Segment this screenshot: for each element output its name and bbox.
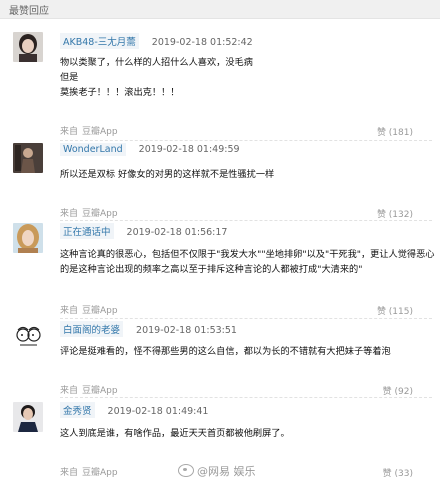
comment-time: 2019-02-18 01:49:41 [107, 406, 209, 417]
comment-body: 这种言论真的很恶心，包括但不仅限于"我发大水""坐地排卵"以及"干死我"，更让人… [60, 247, 435, 277]
comment-body: 所以还是双标 好像女的对男的这样就不是性骚扰一样 [60, 167, 430, 182]
comment-source: 来自 豆瓣App [60, 465, 118, 478]
source-app-link[interactable]: 豆瓣App [82, 209, 118, 219]
username-link[interactable]: 白面阁的老婆 [60, 321, 124, 337]
source-app-link[interactable]: 豆瓣App [82, 468, 118, 478]
like-button[interactable]: 赞 (92) [383, 384, 413, 397]
avatar[interactable] [13, 223, 43, 253]
comment-item: AKB48-三尢月薷 2019-02-18 01:52:42 物以类聚了，什么样… [0, 30, 440, 140]
comment-item: 白面阁的老婆 2019-02-18 01:53:51 评论是挺难看的，怪不得那些… [0, 318, 440, 398]
comment-line: 物以类聚了，什么样的人招什么人喜欢，没毛病 [60, 57, 253, 68]
comment-line: 的是这种言论出现的频率之高以至于排斥这种言论的人都被打成"大清来的" [60, 264, 363, 275]
comment-source: 来自 豆瓣App [60, 124, 118, 137]
source-app-link[interactable]: 豆瓣App [82, 127, 118, 137]
comment-item: WonderLand 2019-02-18 01:49:59 所以还是双标 好像… [0, 140, 440, 220]
comment-line: 但是 [60, 72, 79, 83]
source-app-link[interactable]: 豆瓣App [82, 386, 118, 396]
comment-body: 物以类聚了，什么样的人招什么人喜欢，没毛病 但是 莫挨老子！！！滚出克！！！ [60, 55, 430, 100]
comment-meta: WonderLand 2019-02-18 01:49:59 [60, 143, 240, 156]
username-link[interactable]: AKB48-三尢月薷 [60, 33, 139, 49]
like-button[interactable]: 赞 (181) [377, 125, 413, 138]
comment-line: 所以还是双标 好像女的对男的这样就不是性骚扰一样 [60, 169, 275, 180]
avatar[interactable] [13, 402, 43, 432]
like-button[interactable]: 赞 (132) [377, 207, 413, 220]
source-prefix: 来自 [60, 306, 79, 316]
source-prefix: 来自 [60, 127, 79, 137]
comment-time: 2019-02-18 01:56:17 [126, 227, 228, 238]
source-prefix: 来自 [60, 209, 79, 219]
like-button[interactable]: 赞 (115) [377, 304, 413, 317]
comment-body: 评论是挺难看的，怪不得那些男的这么自信，都以为长的不错就有大把妹子等着泡 [60, 344, 430, 359]
section-header: 最赞回应 [0, 0, 440, 19]
avatar[interactable] [13, 143, 43, 173]
comment-line: 这人到底是谁，有啥作品，最近天天首页都被他刷屏了。 [60, 428, 290, 439]
watermark-handle: @网易 娱乐 [197, 465, 256, 478]
comment-source: 来自 豆瓣App [60, 206, 118, 219]
section-title: 最赞回应 [9, 6, 49, 17]
username-link[interactable]: WonderLand [60, 143, 126, 156]
weibo-icon [178, 464, 194, 477]
comment-source: 来自 豆瓣App [60, 383, 118, 396]
comment-meta: 白面阁的老婆 2019-02-18 01:53:51 [60, 321, 237, 337]
avatar[interactable] [13, 32, 43, 62]
avatar[interactable] [13, 321, 43, 351]
comment-line: 评论是挺难看的，怪不得那些男的这么自信，都以为长的不错就有大把妹子等着泡 [60, 346, 391, 357]
comment-meta: 正在通话中 2019-02-18 01:56:17 [60, 223, 227, 239]
comment-meta: AKB48-三尢月薷 2019-02-18 01:52:42 [60, 33, 253, 49]
watermark: @网易 娱乐 [178, 463, 256, 479]
comment-line: 这种言论真的很恶心，包括但不仅限于"我发大水""坐地排卵"以及"干死我"，更让人… [60, 249, 435, 260]
source-prefix: 来自 [60, 468, 79, 478]
source-app-link[interactable]: 豆瓣App [82, 306, 118, 316]
comment-meta: 金秀贤 2019-02-18 01:49:41 [60, 402, 208, 418]
comment-time: 2019-02-18 01:53:51 [136, 325, 237, 336]
comment-source: 来自 豆瓣App [60, 303, 118, 316]
comment-line: 莫挨老子！！！滚出克！！！ [60, 87, 180, 98]
comment-body: 这人到底是谁，有啥作品，最近天天首页都被他刷屏了。 [60, 426, 430, 441]
comment-time: 2019-02-18 01:52:42 [151, 37, 253, 48]
comment-item: 正在通话中 2019-02-18 01:56:17 这种言论真的很恶心，包括但不… [0, 220, 440, 320]
comment-time: 2019-02-18 01:49:59 [138, 144, 240, 155]
like-button[interactable]: 赞 (33) [383, 466, 413, 479]
username-link[interactable]: 正在通话中 [60, 223, 114, 239]
source-prefix: 来自 [60, 386, 79, 396]
username-link[interactable]: 金秀贤 [60, 402, 95, 418]
